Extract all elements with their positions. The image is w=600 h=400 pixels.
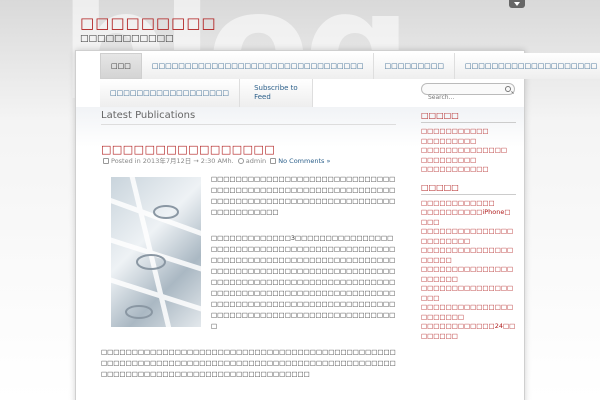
search-icon[interactable] (505, 86, 511, 92)
site-description: □□□□□□□□□□□ (80, 34, 174, 44)
post-time-suffix: h. (227, 157, 234, 165)
subscribe-line1: Subscribe to (254, 84, 298, 92)
nav-item-4[interactable]: □□□□□□□□□□□□□□□□□□□□ (455, 53, 600, 79)
content-container: □□□ □□□□□□□□□□□□□□□□□□□□□□□□□□□□□□□□ □□□… (75, 50, 600, 400)
post-author[interactable]: admin (246, 157, 266, 165)
widget-2-link[interactable]: □□□□□□□□□□□□□□□□□□□□□□ (421, 303, 516, 322)
post-image[interactable] (111, 177, 201, 327)
user-icon (237, 158, 244, 164)
main-nav: □□□ □□□□□□□□□□□□□□□□□□□□□□□□□□□□□□□□ □□□… (100, 53, 600, 79)
section-title: Latest Publications (101, 110, 196, 121)
post-meta: Posted in 2013年7月12日 → 2:30 AMh. admin N… (101, 155, 330, 165)
main-nav-row2: □□□□□□□□□□□□□□□□□□ Subscribe to Feed (100, 79, 313, 107)
widget-2-link[interactable]: □□□□□□□□□□□□□□□□□□□□□ (421, 265, 516, 284)
widget-1-title: □□□□□ (421, 111, 516, 123)
toggle-top-panel-button[interactable] (509, 0, 525, 8)
sidebar: □□□□□ □□□□□□□□□□□ □□□□□□□□□ □□□□□□□□□□□□… (421, 111, 516, 341)
subscribe-feed-link[interactable]: Subscribe to Feed (240, 79, 313, 107)
widget-2-link[interactable]: □□□□□□□□□□□□□□□□□□ (421, 284, 516, 303)
search-input[interactable] (422, 92, 500, 103)
sidebar-widget-2: □□□□□ □□□□□□□□□□□□ □□□□□□□□□□iPhone□□□□ … (421, 183, 516, 342)
post-date: Posted in 2013年7月12日 → 2:30 AM (111, 157, 228, 165)
nav-item-home[interactable]: □□□ (100, 53, 142, 79)
nav-item-3[interactable]: □□□□□□□□□ (374, 53, 456, 79)
calendar-icon (103, 158, 109, 164)
post-paragraph-2: □□□□□□□□□□□□□3□□□□□□□□□□□□□□□□□□□□□□□□□□… (211, 234, 396, 330)
widget-2-link[interactable]: □□□□□□□□□□□□□□□□□□□□ (421, 246, 516, 265)
widget-1-link[interactable]: □□□□□□□□□□□ (421, 165, 516, 175)
widget-1-link[interactable]: □□□□□□□□□□□□□□ (421, 146, 516, 156)
comment-icon (270, 158, 277, 164)
nav-item-5[interactable]: □□□□□□□□□□□□□□□□□□ (100, 79, 241, 107)
post-paragraph-3: □□□□□□□□□□□□□□□□□□□□□□□□□□□□□□□□□□□□□□□□… (101, 348, 396, 378)
sidebar-widget-1: □□□□□ □□□□□□□□□□□ □□□□□□□□□ □□□□□□□□□□□□… (421, 111, 516, 175)
widget-2-link[interactable]: □□□□□□□□□□iPhone□□□□ (421, 208, 516, 227)
post-comments-link[interactable]: No Comments » (278, 157, 330, 165)
site-title[interactable]: □□□□□□□□□ (80, 14, 217, 32)
widget-2-title: □□□□□ (421, 183, 516, 195)
section-divider (101, 124, 396, 125)
widget-1-link[interactable]: □□□□□□□□□ (421, 156, 516, 166)
search-box (421, 83, 515, 103)
subscribe-line2: Feed (254, 93, 271, 101)
widget-2-link[interactable]: □□□□□□□□□□□□24□□□□□□□□ (421, 322, 516, 341)
widget-1-link[interactable]: □□□□□□□□□□□ (421, 127, 516, 137)
widget-2-link[interactable]: □□□□□□□□□□□□□□□□□□□□□□□ (421, 227, 516, 246)
widget-1-link[interactable]: □□□□□□□□□ (421, 137, 516, 147)
widget-2-link[interactable]: □□□□□□□□□□□□ (421, 199, 516, 209)
nav-item-2[interactable]: □□□□□□□□□□□□□□□□□□□□□□□□□□□□□□□□ (141, 53, 375, 79)
post-paragraph-1: □□□□□□□□□□□□□□□□□□□□□□□□□□□□□□□□□□□□□□□□… (211, 175, 396, 216)
